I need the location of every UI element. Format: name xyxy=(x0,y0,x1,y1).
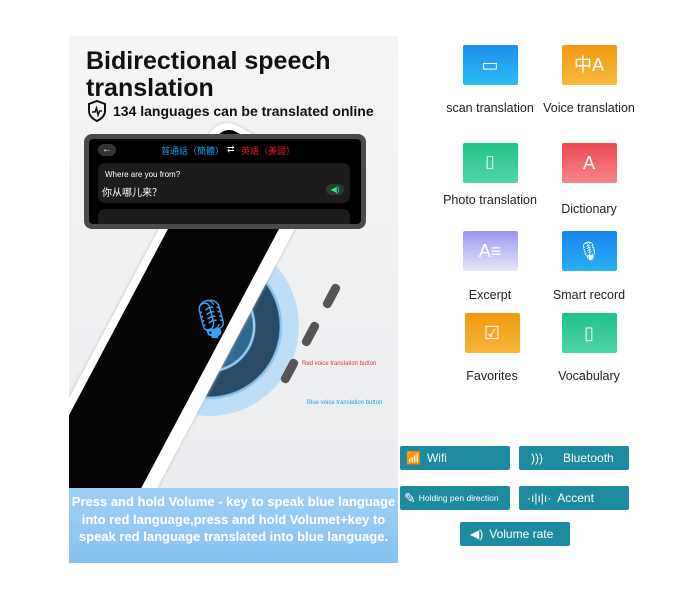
dictionary-icon: A xyxy=(561,143,617,183)
favorites-icon: ☑ xyxy=(464,313,520,353)
waveform-icon: ·ı|ı|ı· xyxy=(527,491,552,505)
shield-icon xyxy=(88,100,106,122)
spec-bluetooth: ))) Bluetooth xyxy=(519,446,629,470)
translate-icon: 中A xyxy=(561,45,617,85)
source-language: 普通話（簡體） xyxy=(161,146,225,156)
instruction-banner: Press and hold Volume - key to speak blu… xyxy=(69,488,398,563)
power-button xyxy=(321,282,342,310)
speaker-icon: ◀) xyxy=(470,527,484,541)
feature-dictionary: A Dictionary xyxy=(534,143,644,216)
microphone-icon: 🎙 xyxy=(187,299,236,341)
feature-voice-translation: 中A Voice translation xyxy=(534,45,644,115)
edit-icon: ✎ xyxy=(404,489,416,506)
spec-wifi: 📶 Wifi xyxy=(400,446,510,470)
promo-panel: Bidirectional speech translation 134 lan… xyxy=(69,36,398,563)
spec-volume-rate: ◀) Volume rate xyxy=(460,522,570,546)
notebook-icon: ▯ xyxy=(561,313,617,353)
speaker-icon: ◀) xyxy=(326,184,344,195)
subtitle: 134 languages can be translated online xyxy=(87,100,374,122)
target-language: 英語（美國） xyxy=(241,146,296,156)
message-bubble: Where are you from? 你从哪儿来？ ◀) xyxy=(98,163,350,203)
camera-icon: ⌷ xyxy=(462,143,518,183)
screen-popup: ← 普通話（簡體） ⇄ 英語（美國） Where are you from? 你… xyxy=(84,134,366,229)
spec-accent: ·ı|ı|ı· Accent xyxy=(519,486,629,510)
feature-excerpt: A≡ Excerpt xyxy=(435,231,545,302)
red-voice-button xyxy=(300,320,321,348)
excerpt-icon: A≡ xyxy=(462,231,518,271)
feature-smart-record: 🎙 Smart record xyxy=(534,231,644,302)
feature-scan-translation: ▭ scan translation xyxy=(435,45,545,115)
question-text: Where are you from? xyxy=(105,170,181,179)
feature-photo-translation: ⌷ Photo translation xyxy=(435,143,545,207)
feature-favorites: ☑ Favorites xyxy=(437,313,547,383)
swap-icon: ⇄ xyxy=(227,144,235,154)
back-icon: ← xyxy=(98,144,116,156)
feature-vocabulary: ▯ Vocabulary xyxy=(534,313,644,383)
subtitle-text: 134 languages can be translated online xyxy=(113,103,374,119)
spec-holding-pen-direction: ✎ Holding pen direction xyxy=(400,486,510,510)
page-title: Bidirectional speech translation xyxy=(86,47,331,102)
microphone-icon: 🎙 xyxy=(561,231,617,271)
message-bubble xyxy=(98,209,350,224)
wifi-icon: 📶 xyxy=(406,451,421,465)
bluetooth-icon: ))) xyxy=(531,451,543,465)
answer-text: 你从哪儿来？ xyxy=(102,188,162,199)
scan-icon: ▭ xyxy=(462,45,518,85)
blue-button-note: Blue voice translation button xyxy=(307,400,383,406)
red-button-note: Red voice translation button xyxy=(302,361,377,367)
